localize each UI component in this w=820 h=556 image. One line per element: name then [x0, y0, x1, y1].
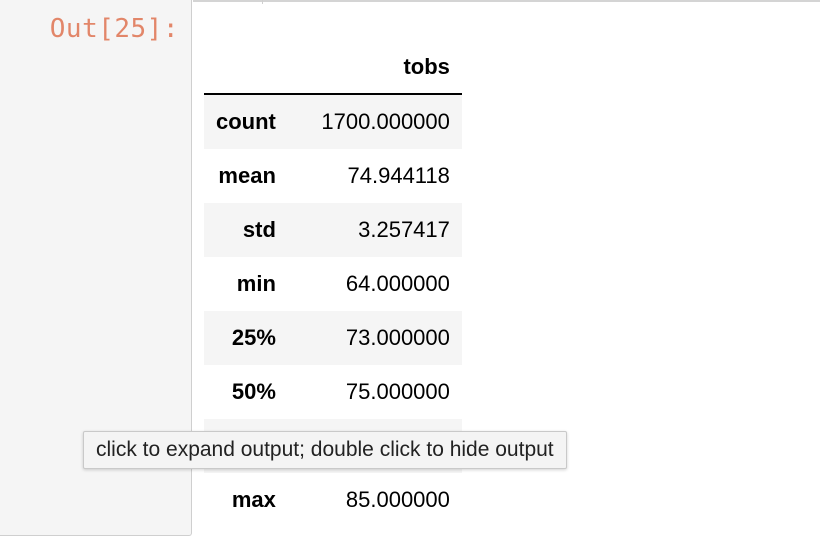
- row-value: 75.000000: [345, 379, 450, 404]
- row-index-label: 25%: [231, 325, 276, 350]
- row-value: 85.000000: [345, 487, 450, 512]
- row-index-label: 50%: [231, 379, 276, 404]
- output-prompt-label: Out[25]:: [49, 14, 179, 44]
- table-row: min 64.000000: [204, 257, 462, 311]
- table-row: mean 74.944118: [204, 149, 462, 203]
- row-index-label: std: [242, 217, 276, 242]
- column-header-tobs: tobs: [287, 40, 462, 95]
- table-row: 50% 75.000000: [204, 365, 462, 419]
- row-value: 3.257417: [358, 217, 450, 242]
- table-header-row: tobs: [204, 40, 462, 95]
- row-value: 74.944118: [347, 163, 450, 188]
- notebook-output-cell: Out[25]: tobs count 1700.000000 mean 74.…: [0, 0, 820, 556]
- table-row: count 1700.000000: [204, 94, 462, 149]
- row-value: 64.000000: [345, 271, 450, 296]
- index-header-cell: [204, 40, 288, 95]
- row-index-label: min: [236, 271, 276, 296]
- table-row: max 85.000000: [204, 473, 462, 527]
- expand-output-tooltip: click to expand output; double click to …: [83, 431, 567, 469]
- row-value: 73.000000: [345, 325, 450, 350]
- cell-top-divider: [193, 0, 820, 2]
- row-index-label: max: [231, 487, 276, 512]
- table-row: 25% 73.000000: [204, 311, 462, 365]
- table-row: std 3.257417: [204, 203, 462, 257]
- row-value: 1700.000000: [321, 109, 450, 134]
- row-index-label: mean: [218, 163, 276, 188]
- row-index-label: count: [216, 109, 276, 134]
- cell-divider-tick: [262, 0, 263, 4]
